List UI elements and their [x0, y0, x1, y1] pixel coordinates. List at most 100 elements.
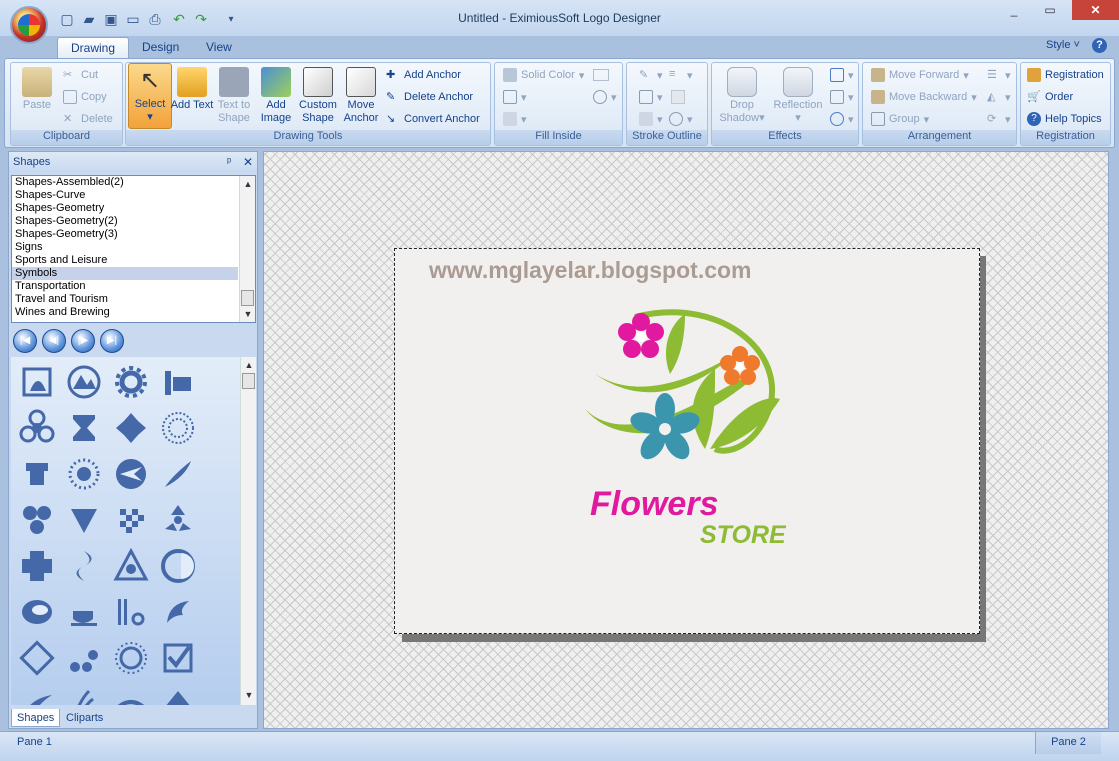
- align-dropdown[interactable]: ☰ ▾: [987, 65, 1011, 85]
- symbol-shape-item[interactable]: [13, 681, 60, 705]
- fill-style-dropdown[interactable]: ▾: [503, 87, 527, 107]
- tab-drawing[interactable]: Drawing: [57, 37, 130, 59]
- tab-view[interactable]: View: [193, 37, 245, 59]
- gallery-scroll-down-icon[interactable]: ▼: [241, 687, 256, 703]
- symbol-shape-item[interactable]: [60, 451, 107, 497]
- symbol-shape-item[interactable]: [13, 359, 60, 405]
- stroke-color-dropdown[interactable]: ✎ ▾: [639, 65, 663, 85]
- category-item[interactable]: Symbols: [12, 267, 238, 280]
- help-icon[interactable]: ?: [1092, 38, 1107, 53]
- symbol-shape-item[interactable]: [154, 635, 201, 681]
- custom-shape-button[interactable]: Custom Shape: [296, 65, 340, 129]
- tab-shapes[interactable]: Shapes: [11, 709, 61, 727]
- category-item[interactable]: Wines and Brewing: [12, 306, 238, 319]
- gallery-scrollbar[interactable]: ▲ ▼: [240, 357, 256, 705]
- symbol-shape-item[interactable]: [154, 497, 201, 543]
- logo-card[interactable]: www.mglayelar.blogspot.com Flowers STORE: [394, 248, 980, 634]
- solid-color-button[interactable]: Solid Color ▾: [503, 65, 584, 85]
- text-to-shape-button[interactable]: Text to Shape: [212, 65, 256, 129]
- category-scrollbar[interactable]: ▲ ▼: [239, 176, 255, 322]
- symbol-shape-item[interactable]: [60, 543, 107, 589]
- symbol-shape-item[interactable]: [107, 635, 154, 681]
- symbol-shape-item[interactable]: [154, 451, 201, 497]
- symbol-shape-item[interactable]: [107, 543, 154, 589]
- help-topics-button[interactable]: ? Help Topics: [1027, 109, 1102, 129]
- category-item[interactable]: Shapes-Geometry(3): [12, 228, 238, 241]
- scroll-thumb[interactable]: [241, 290, 254, 306]
- maximize-button[interactable]: ▭: [1030, 0, 1070, 20]
- add-image-button[interactable]: Add Image: [254, 65, 298, 129]
- scroll-down-icon[interactable]: ▼: [240, 306, 255, 322]
- drop-shadow-button[interactable]: Drop Shadow▾: [714, 65, 770, 129]
- fill-color-swatch[interactable]: [593, 69, 609, 81]
- flower-logo-graphic[interactable]: [575, 299, 795, 499]
- category-item[interactable]: Shapes-Curve: [12, 189, 238, 202]
- delete-anchor-button[interactable]: ✎ Delete Anchor: [386, 87, 473, 107]
- move-anchor-button[interactable]: Move Anchor: [339, 65, 383, 129]
- symbol-shape-item[interactable]: [60, 635, 107, 681]
- symbol-shape-item[interactable]: [154, 681, 201, 705]
- minimize-button[interactable]: _: [1000, 0, 1028, 20]
- category-item[interactable]: Shapes-Geometry: [12, 202, 238, 215]
- symbol-shape-item[interactable]: [13, 543, 60, 589]
- next-page-icon[interactable]: |▶: [71, 329, 95, 353]
- category-item[interactable]: Travel and Tourism: [12, 293, 238, 306]
- reflection-button[interactable]: Reflection ▾: [770, 65, 826, 129]
- symbol-shape-item[interactable]: [13, 497, 60, 543]
- category-list[interactable]: Shapes-Assembled(2) Shapes-Curve Shapes-Ge…: [11, 175, 256, 323]
- rotate-dropdown[interactable]: ⟳ ▾: [987, 109, 1011, 129]
- brand-text[interactable]: Flowers: [590, 485, 718, 524]
- symbol-shape-item[interactable]: [13, 405, 60, 451]
- select-button[interactable]: ↖ Select ▾: [128, 63, 172, 129]
- gallery-scroll-up-icon[interactable]: ▲: [241, 357, 256, 373]
- symbol-shape-item[interactable]: [107, 451, 154, 497]
- symbol-shape-item[interactable]: [154, 359, 201, 405]
- symbol-shape-item[interactable]: [107, 589, 154, 635]
- last-page-icon[interactable]: ▶|: [100, 329, 124, 353]
- symbol-shape-item[interactable]: [60, 359, 107, 405]
- category-item[interactable]: Shapes-Assembled(2): [12, 176, 238, 189]
- symbol-shape-item[interactable]: [13, 635, 60, 681]
- application-menu-button[interactable]: [10, 6, 48, 44]
- tab-design[interactable]: Design: [129, 37, 192, 59]
- convert-anchor-button[interactable]: ↘ Convert Anchor: [386, 109, 480, 129]
- move-forward-button[interactable]: Move Forward ▾: [871, 65, 969, 85]
- effect-circle-dropdown[interactable]: ▾: [830, 109, 854, 129]
- stroke-swatch[interactable]: [671, 90, 685, 104]
- copy-button[interactable]: Copy: [63, 87, 107, 107]
- group-button[interactable]: Group ▾: [871, 109, 929, 129]
- category-item[interactable]: Shapes-Geometry(2): [12, 215, 238, 228]
- symbol-shape-item[interactable]: [60, 681, 107, 705]
- order-button[interactable]: 🛒 Order: [1027, 87, 1073, 107]
- category-item[interactable]: Sports and Leisure: [12, 254, 238, 267]
- close-button[interactable]: ✕: [1072, 0, 1119, 20]
- symbol-shape-item[interactable]: [13, 451, 60, 497]
- symbol-shape-item[interactable]: [154, 405, 201, 451]
- category-item[interactable]: Transportation: [12, 280, 238, 293]
- move-backward-button[interactable]: Move Backward ▾: [871, 87, 977, 107]
- symbol-shape-item[interactable]: [154, 543, 201, 589]
- symbol-shape-item[interactable]: [107, 497, 154, 543]
- symbol-shape-item[interactable]: [107, 405, 154, 451]
- scroll-up-icon[interactable]: ▲: [240, 176, 255, 192]
- symbol-shape-item[interactable]: [107, 359, 154, 405]
- style-menu[interactable]: Style ˅: [1046, 39, 1080, 51]
- stroke-gradient-dropdown[interactable]: ▾: [669, 109, 693, 129]
- symbol-shape-item[interactable]: [107, 681, 154, 705]
- add-text-button[interactable]: Add Text: [170, 65, 214, 129]
- symbol-shape-item[interactable]: [60, 405, 107, 451]
- stroke-width-dropdown[interactable]: ≡ ▾: [669, 65, 693, 85]
- store-text[interactable]: STORE: [700, 521, 786, 550]
- paste-button[interactable]: Paste: [15, 65, 59, 129]
- flip-dropdown[interactable]: ◭ ▾: [987, 87, 1011, 107]
- symbol-shape-item[interactable]: [60, 497, 107, 543]
- pin-icon[interactable]: ᵖ: [227, 152, 231, 172]
- add-anchor-button[interactable]: ✚ Add Anchor: [386, 65, 461, 85]
- stroke-style-dropdown[interactable]: ▾: [639, 87, 663, 107]
- delete-button[interactable]: ✕ Delete: [63, 109, 113, 129]
- symbol-shape-item[interactable]: [154, 589, 201, 635]
- effect-square-dropdown[interactable]: ▾: [830, 65, 854, 85]
- gallery-scroll-thumb[interactable]: [242, 373, 255, 389]
- effect-box-dropdown[interactable]: ▾: [830, 87, 854, 107]
- fill-image-dropdown[interactable]: ▾: [503, 109, 527, 129]
